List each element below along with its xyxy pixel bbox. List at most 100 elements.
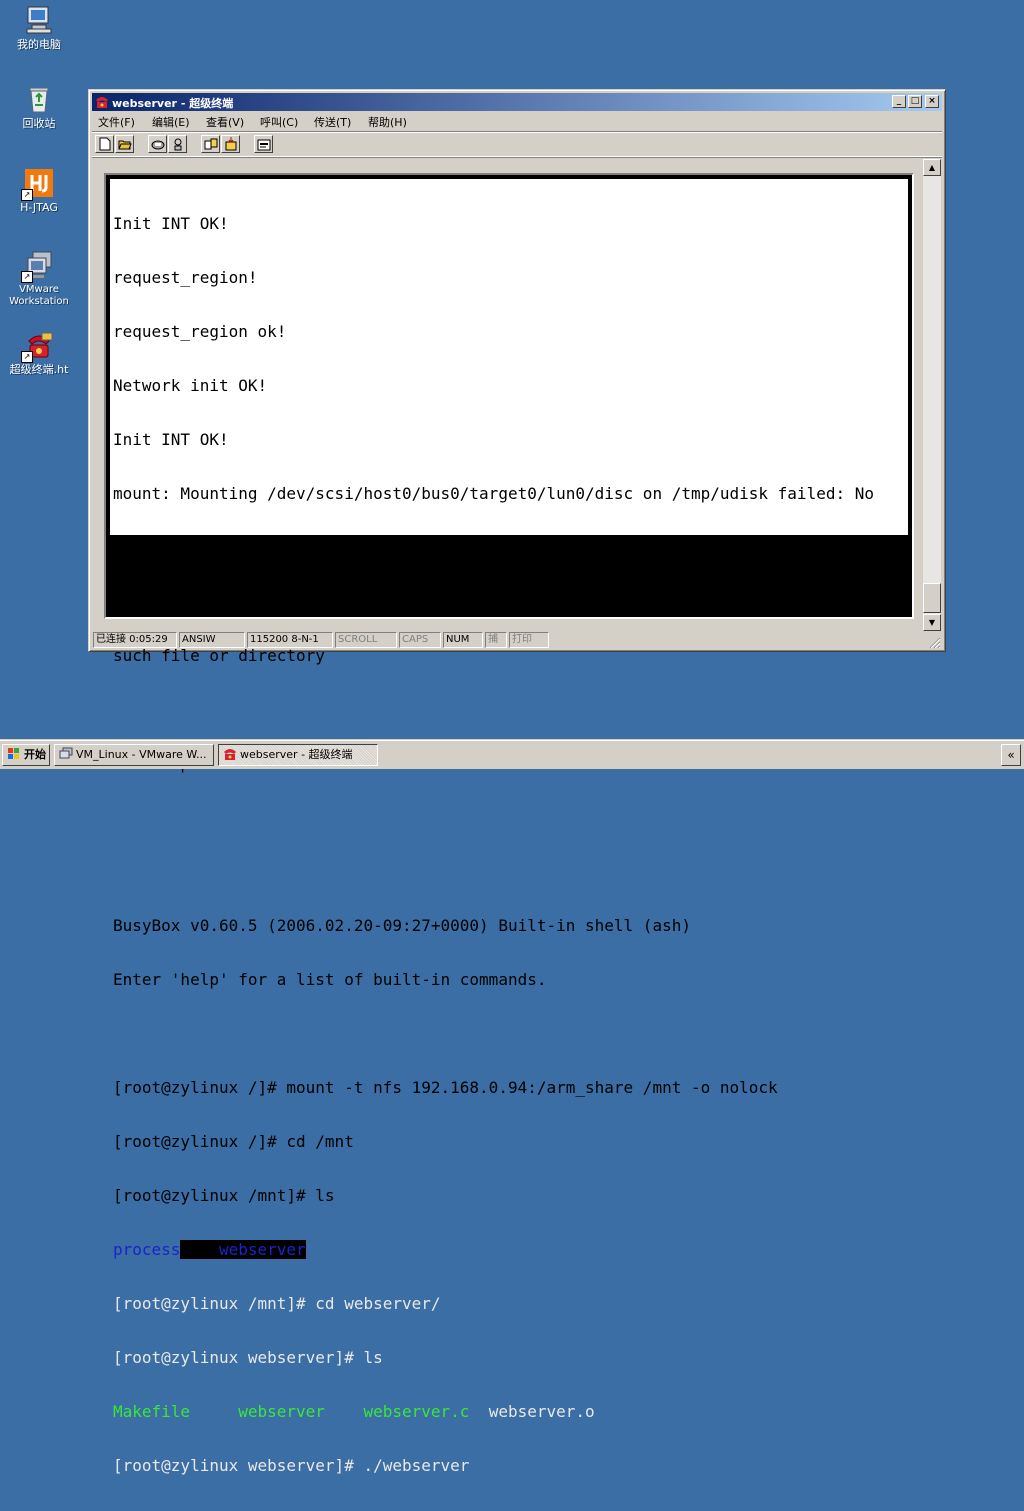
menu-view[interactable]: 查看(V) bbox=[206, 114, 244, 130]
terminal-line: [root@zylinux /]# cd /mnt bbox=[113, 1132, 354, 1151]
ls-entry: Makefile bbox=[113, 1402, 191, 1421]
ls-entry: webserver bbox=[238, 1402, 325, 1421]
start-button[interactable]: 开始 bbox=[2, 744, 50, 766]
task-label: webserver - 超级终端 bbox=[240, 748, 353, 761]
minimize-icon: _ bbox=[896, 96, 902, 106]
hyperterminal-app-icon bbox=[96, 97, 108, 108]
terminal-line: Init INT OK! bbox=[113, 214, 229, 233]
status-emulation: ANSIW bbox=[179, 632, 245, 648]
recycle-bin-icon bbox=[23, 83, 55, 115]
shortcut-arrow-icon: ↗ bbox=[21, 189, 33, 201]
terminal-line: Init INT OK! bbox=[113, 430, 229, 449]
window-title: webserver - 超级终端 bbox=[112, 97, 234, 110]
desktop-icon-hjtag[interactable]: ↗ H-JTAG bbox=[0, 167, 79, 214]
terminal-line: Enter 'help' for a list of built-in comm… bbox=[113, 970, 547, 989]
desktop-icon-label: H-JTAG bbox=[20, 201, 58, 214]
status-connected: 已连接 0:05:29 bbox=[93, 632, 177, 648]
scroll-up-button[interactable]: ▲ bbox=[923, 159, 941, 176]
terminal-line: request_region! bbox=[113, 268, 258, 287]
desktop-icon-label: VMware Workstation bbox=[9, 284, 69, 307]
task-hyperterminal[interactable]: webserver - 超级终端 bbox=[218, 744, 378, 766]
shortcut-arrow-icon: ↗ bbox=[21, 351, 33, 363]
connect-icon bbox=[151, 140, 165, 150]
terminal-line: BusyBox v0.60.5 (2006.02.20-09:27+0000) … bbox=[113, 916, 691, 935]
up-arrow-icon: ▲ bbox=[928, 163, 936, 172]
receive-button[interactable] bbox=[221, 135, 240, 153]
connect-button[interactable] bbox=[148, 135, 167, 153]
computer-icon bbox=[23, 4, 55, 36]
terminal-line: Network init OK! bbox=[113, 376, 268, 395]
terminal-line: request_region ok! bbox=[113, 322, 287, 341]
terminal-line: mount: Mounting /dev/scsi/host0/bus0/tar… bbox=[113, 484, 874, 503]
maximize-button[interactable]: □ bbox=[908, 95, 922, 108]
toolbar bbox=[92, 131, 942, 157]
hjtag-icon: ↗ bbox=[21, 167, 55, 201]
desktop-icon-label: 超级终端.ht bbox=[9, 363, 69, 376]
scroll-thumb[interactable] bbox=[923, 583, 941, 613]
status-scroll: SCROLL bbox=[335, 632, 397, 648]
windows-logo-icon bbox=[8, 748, 19, 759]
task-vmware[interactable]: VM_Linux - VMware W... bbox=[54, 744, 214, 766]
status-num: NUM bbox=[443, 632, 483, 648]
open-button[interactable] bbox=[115, 135, 134, 153]
menu-edit[interactable]: 编辑(E) bbox=[152, 114, 190, 130]
menu-call[interactable]: 呼叫(C) bbox=[260, 114, 298, 130]
send-button[interactable] bbox=[201, 135, 220, 153]
disconnect-button[interactable] bbox=[168, 135, 187, 153]
minimize-button[interactable]: _ bbox=[892, 95, 906, 108]
chevron-left-icon: « bbox=[1007, 748, 1015, 762]
terminal-line: [root@zylinux /mnt]# cd webserver/ bbox=[113, 1294, 441, 1313]
vmware-icon bbox=[59, 747, 73, 759]
ls-gap bbox=[180, 1240, 219, 1259]
terminal-screen[interactable]: Init INT OK! request_region! request_reg… bbox=[104, 173, 914, 1475]
hyperterminal-icon: ↗ bbox=[21, 329, 55, 363]
close-button[interactable]: × bbox=[925, 95, 939, 108]
receive-icon bbox=[225, 137, 237, 151]
ls-entry: webserver.o bbox=[488, 1402, 595, 1421]
window-titlebar[interactable]: webserver - 超级终端 _ □ × bbox=[92, 93, 942, 111]
maximize-icon: □ bbox=[910, 96, 920, 106]
desktop-icon-hyperterminal[interactable]: ↗ 超级终端.ht bbox=[0, 329, 79, 376]
send-icon bbox=[204, 138, 218, 150]
hyperterminal-window[interactable]: webserver - 超级终端 _ □ × 文件(F) 编辑(E) 查看(V)… bbox=[88, 89, 946, 1475]
start-label: 开始 bbox=[24, 748, 46, 761]
vmware-icon: ↗ bbox=[21, 249, 55, 283]
taskbar: 开始 VM_Linux - VMware W... webserver - 超级… bbox=[0, 740, 1024, 769]
desktop-icon-my-computer[interactable]: 我的电脑 bbox=[0, 4, 79, 51]
ls-entry: process bbox=[113, 1240, 181, 1259]
terminal-output: Init INT OK! request_region! request_reg… bbox=[113, 179, 913, 1511]
menu-file[interactable]: 文件(F) bbox=[98, 114, 135, 130]
terminal-line-ls-webserver: Makefile webserver webserver.c webserver… bbox=[113, 1403, 913, 1421]
terminal-line: [root@zylinux /mnt]# ls bbox=[113, 1186, 335, 1205]
menu-bar: 文件(F) 编辑(E) 查看(V) 呼叫(C) 传送(T) 帮助(H) bbox=[93, 112, 941, 130]
desktop-icon-label: 回收站 bbox=[22, 117, 56, 130]
menu-help[interactable]: 帮助(H) bbox=[368, 114, 407, 130]
properties-icon bbox=[257, 139, 271, 151]
terminal-line: [root@zylinux webserver]# ./webserver bbox=[113, 1456, 470, 1475]
ls-entry: webserver.c bbox=[363, 1402, 470, 1421]
menu-transfer[interactable]: 传送(T) bbox=[314, 114, 351, 130]
tray-expand-button[interactable]: « bbox=[1001, 744, 1021, 766]
status-print: 打印 bbox=[509, 632, 549, 648]
status-caps: CAPS bbox=[399, 632, 441, 648]
terminal-line: mount: Mounting /dev/ide/host0/bus0/targ… bbox=[113, 592, 874, 611]
status-capture: 捕 bbox=[485, 632, 507, 648]
new-icon bbox=[99, 137, 111, 151]
vertical-scrollbar[interactable]: ▲ ▼ bbox=[923, 159, 941, 631]
open-icon bbox=[118, 140, 132, 150]
properties-button[interactable] bbox=[254, 135, 273, 153]
task-label: VM_Linux - VMware W... bbox=[76, 748, 207, 761]
close-icon: × bbox=[928, 96, 936, 106]
resize-grip-icon[interactable] bbox=[929, 637, 941, 649]
status-port: 115200 8-N-1 bbox=[247, 632, 333, 648]
terminal-line-ls-mnt: process webserver bbox=[113, 1240, 913, 1259]
shortcut-arrow-icon: ↗ bbox=[21, 271, 33, 283]
new-button[interactable] bbox=[95, 135, 114, 153]
terminal-line: [root@zylinux /]# mount -t nfs 192.168.0… bbox=[113, 1078, 778, 1097]
desktop-icon-recycle-bin[interactable]: 回收站 bbox=[0, 83, 79, 130]
desktop-icon-vmware[interactable]: ↗ VMware Workstation bbox=[0, 249, 79, 308]
scroll-down-button[interactable]: ▼ bbox=[923, 614, 941, 631]
